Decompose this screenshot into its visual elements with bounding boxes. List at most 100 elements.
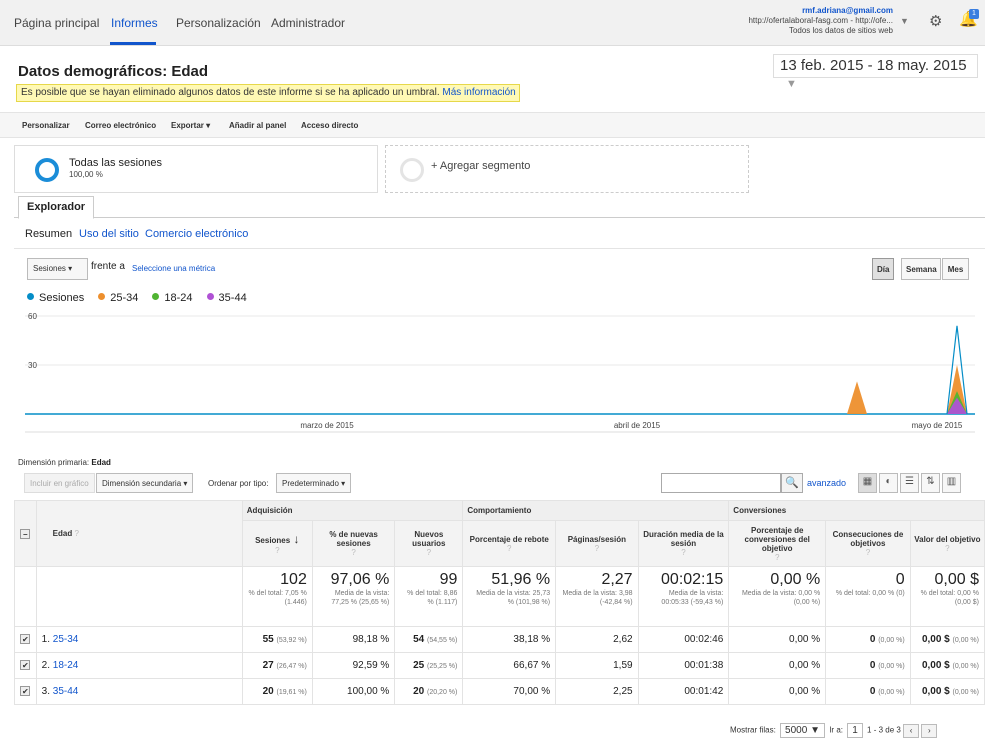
row-checkbox[interactable]: ✔ <box>20 686 31 696</box>
subtab-site-usage[interactable]: Uso del sitio <box>79 228 139 240</box>
column-header[interactable]: Porcentaje de conversiones del objetivo? <box>728 520 827 567</box>
column-header[interactable]: Nuevos usuarios? <box>394 520 464 567</box>
help-icon[interactable]: ? <box>866 548 870 557</box>
select-all-checkbox[interactable]: – <box>20 528 31 539</box>
prev-page-icon[interactable]: ‹ <box>903 723 920 738</box>
add-segment-button[interactable]: + Agregar segmento <box>385 145 749 193</box>
nav-customization[interactable]: Personalización <box>176 16 261 30</box>
row-checkbox[interactable]: ✔ <box>20 660 31 670</box>
total-comparison: Media de la vista: 00:05:33 (-59,43 %) <box>661 590 724 606</box>
row-dimension-link[interactable]: 18-24 <box>53 660 79 671</box>
help-icon[interactable]: ? <box>595 544 599 553</box>
column-header[interactable]: Páginas/sesión? <box>555 520 639 567</box>
granularity-week[interactable]: Semana <box>901 258 941 280</box>
performance-view-icon[interactable]: ☰ <box>900 473 919 493</box>
checkbox-cell[interactable]: ✔ <box>14 678 37 705</box>
new-sessions-cell: 100,00 % <box>311 678 396 705</box>
checkbox-cell[interactable]: ✔ <box>14 626 37 653</box>
select-metric-link[interactable]: Seleccione una métrica <box>132 264 215 273</box>
group-header-row: – Edad ? Adquisición Comportamiento Conv… <box>14 500 985 567</box>
row-dimension-link[interactable]: 25-34 <box>53 634 79 645</box>
column-header[interactable]: Porcentaje de rebote? <box>462 520 557 567</box>
subtab-summary[interactable]: Resumen <box>25 228 72 240</box>
area-chart: 60 30 marzo de 2015 abril de 2015 mayo de 20… <box>25 312 975 433</box>
column-header-label: % de nuevas sesiones <box>329 530 378 548</box>
bounce-rate-value: 38,18 % <box>513 634 551 645</box>
help-icon[interactable]: ? <box>351 548 355 557</box>
column-header[interactable]: Sesiones ↓? <box>241 520 313 567</box>
granularity-month[interactable]: Mes <box>942 258 969 280</box>
warning-text: Es posible que se hayan eliminado alguno… <box>21 87 440 98</box>
goto-page-input[interactable]: 1 <box>847 723 863 738</box>
column-header[interactable]: Duración media de la sesión? <box>637 520 730 567</box>
granularity-day[interactable]: Día <box>872 258 894 280</box>
comparison-view-icon[interactable]: ⇅ <box>921 473 940 493</box>
pivot-view-icon[interactable]: ▥ <box>942 473 961 493</box>
totals-blank <box>14 566 37 627</box>
primary-dimension-value[interactable]: Edad <box>91 458 111 467</box>
sort-type-label: Ordenar por tipo: <box>208 479 269 488</box>
row-dimension-link[interactable]: 35-44 <box>53 686 79 697</box>
date-range-picker[interactable]: 13 feb. 2015 - 18 may. 2015 ▼ <box>773 54 978 90</box>
pie-view-icon[interactable]: ◐ <box>879 473 898 493</box>
table-search-input[interactable] <box>661 473 781 493</box>
goal-value: 0,00 $ <box>921 634 950 645</box>
primary-dimension-label: Dimensión primaria: <box>18 458 90 467</box>
nav-reports[interactable]: Informes <box>111 16 158 30</box>
customize-button[interactable]: Personalizar <box>22 121 70 130</box>
help-icon[interactable]: ? <box>74 529 78 538</box>
sort-type-dropdown[interactable]: Predeterminado ▾ <box>276 473 352 493</box>
goals-cell: 0 (0,00 %) <box>825 626 911 653</box>
gear-icon[interactable]: ⚙ <box>929 12 942 30</box>
segment-all-sessions[interactable]: Todas las sesiones 100,00 % <box>14 145 378 193</box>
duration-cell: 00:02:46 <box>637 626 730 653</box>
chevron-down-icon[interactable]: ▼ <box>900 16 909 26</box>
sessions-value: 55 <box>262 634 274 645</box>
subtab-ecommerce[interactable]: Comercio electrónico <box>145 228 248 240</box>
advanced-filter-link[interactable]: avanzado <box>807 478 846 488</box>
help-icon[interactable]: ? <box>681 548 685 557</box>
table-row: ✔ 1. 25-34 55 (53,92 %) 98,18 % 54 (54,55 %)… <box>14 626 985 653</box>
report-tabs: Explorador <box>14 196 985 219</box>
search-icon[interactable]: 🔍 <box>781 473 803 493</box>
dimension-header[interactable]: Edad ? <box>35 500 243 567</box>
column-header[interactable]: Valor del objetivo? <box>909 520 985 567</box>
select-all-cell[interactable]: – <box>14 500 37 567</box>
sessions-cell: 27 (26,47 %) <box>241 652 313 679</box>
data-table: – Edad ? Adquisición Comportamiento Conv… <box>14 500 985 705</box>
new-sessions-pct-value: 98,18 % <box>352 634 390 645</box>
help-icon[interactable]: ? <box>945 544 949 553</box>
checkbox-cell[interactable]: ✔ <box>14 652 37 679</box>
y-tick-label: 60 <box>28 312 37 321</box>
help-icon[interactable]: ? <box>507 544 511 553</box>
column-header[interactable]: Consecuciones de objetivos? <box>825 520 911 567</box>
next-page-icon[interactable]: › <box>921 723 938 738</box>
rows-per-page-select[interactable]: 5000 ▼ <box>780 723 825 738</box>
help-icon[interactable]: ? <box>427 548 431 557</box>
nav-admin[interactable]: Administrador <box>271 16 345 30</box>
more-info-link[interactable]: Más información <box>442 87 515 98</box>
help-icon[interactable]: ? <box>775 553 779 562</box>
nav-home[interactable]: Página principal <box>14 16 99 30</box>
row-checkbox[interactable]: ✔ <box>20 634 31 644</box>
area-spike-25-34 <box>847 381 867 414</box>
sessions-pct: (53,92 %) <box>276 637 307 644</box>
column-header[interactable]: % de nuevas sesiones? <box>311 520 396 567</box>
data-view-icon[interactable]: ▦ <box>858 473 877 493</box>
account-property: http://ofertalaboral-fasg.com - http://o… <box>748 16 893 25</box>
goal-completions-pct: (0,00 %) <box>878 637 905 644</box>
account-selector[interactable]: rmf.adriana@gmail.com http://ofertalabor… <box>748 6 893 36</box>
shortcut-button[interactable]: Acceso directo <box>301 121 358 130</box>
email-button[interactable]: Correo electrónico <box>85 121 156 130</box>
help-icon[interactable]: ? <box>275 546 279 555</box>
secondary-dimension-dropdown[interactable]: Dimensión secundaria ▾ <box>96 473 194 493</box>
account-email: rmf.adriana@gmail.com <box>802 6 893 15</box>
metric-dropdown[interactable]: Sesiones ▾ <box>27 258 88 280</box>
new-users-cell: 54 (54,55 %) <box>394 626 464 653</box>
add-to-dashboard-button[interactable]: Añadir al panel <box>229 121 286 130</box>
column-header-label: Nuevos usuarios <box>412 530 446 548</box>
bounce-cell: 66,67 % <box>462 652 557 679</box>
tab-explorer[interactable]: Explorador <box>18 196 95 219</box>
include-in-chart-button[interactable]: Incluir en gráfico <box>24 473 95 493</box>
export-button[interactable]: Exportar ▾ <box>171 121 210 130</box>
